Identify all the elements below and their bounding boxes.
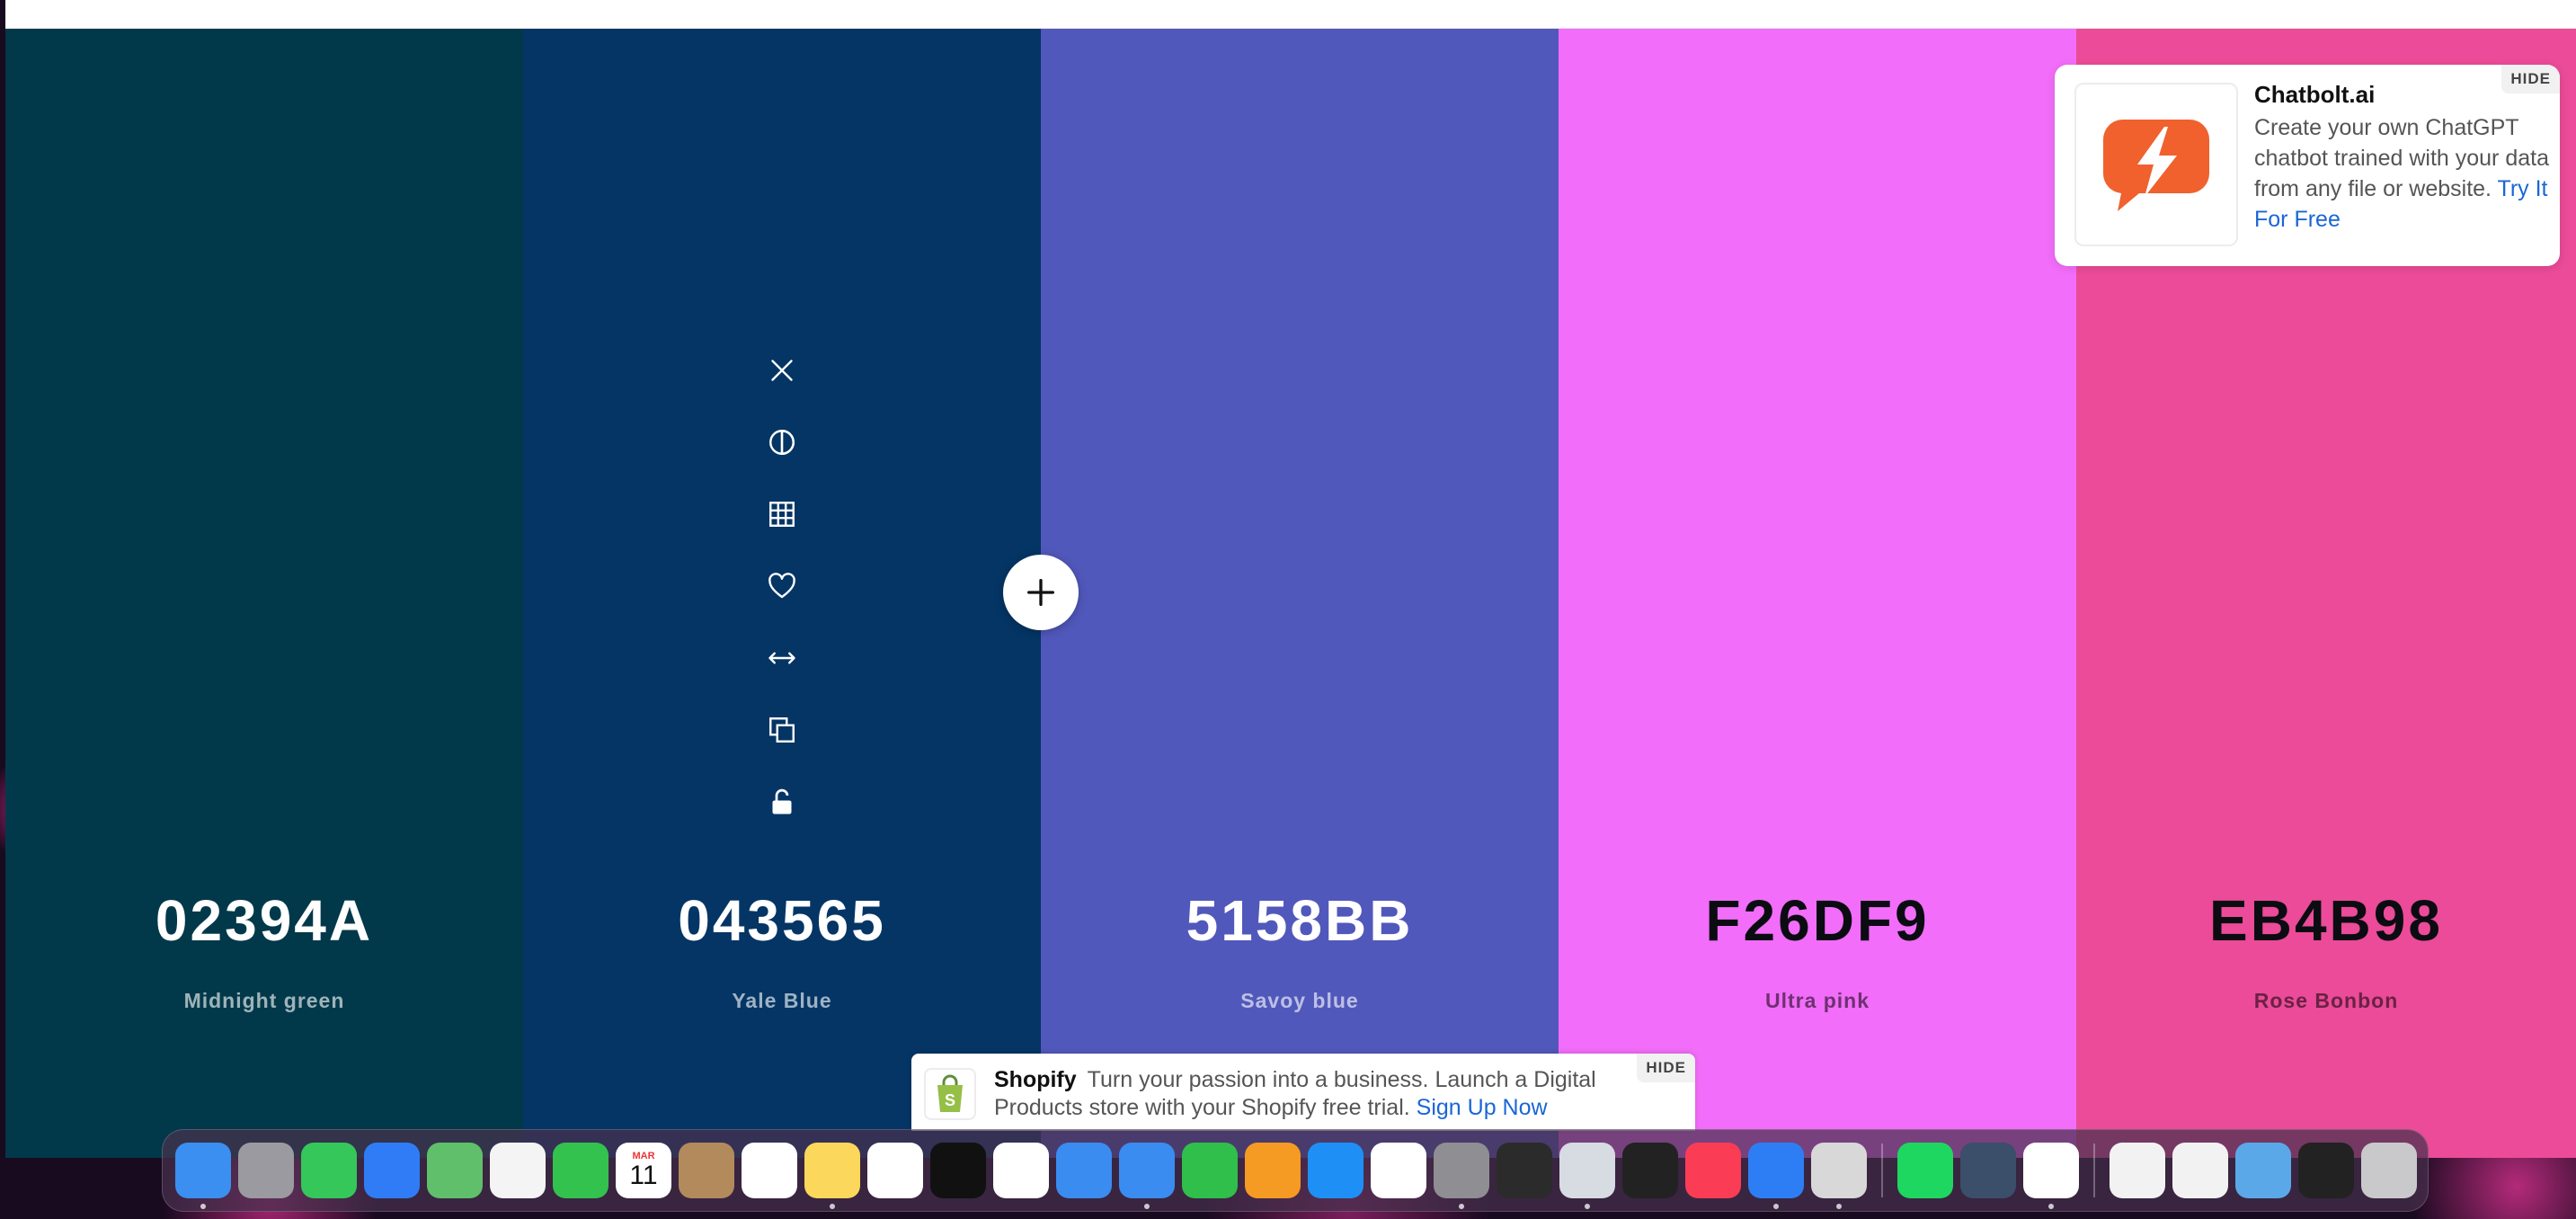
calendar-day: 11 — [629, 1161, 658, 1190]
dock-nordvpn-icon[interactable] — [2023, 1143, 2079, 1209]
dock-xcode-icon[interactable] — [1748, 1143, 1804, 1209]
dock-separator — [1881, 1143, 1883, 1197]
dock-music-icon[interactable] — [1685, 1143, 1741, 1198]
swatch-hex[interactable]: 02394A — [5, 887, 523, 954]
dock-finder-icon[interactable] — [175, 1143, 231, 1209]
dock-blender-icon[interactable] — [1497, 1143, 1552, 1198]
dock-numbers-icon[interactable] — [1182, 1143, 1238, 1198]
running-indicator — [830, 1204, 835, 1209]
chatbolt-logo — [2074, 83, 2238, 246]
app-topbar — [5, 0, 2576, 29]
dock-calendar-icon[interactable]: MAR 11 — [616, 1143, 671, 1198]
dock-safari-icon[interactable] — [1119, 1143, 1175, 1209]
dock-preview-icon[interactable] — [1559, 1143, 1615, 1209]
shopify-banner[interactable]: S Shopify Turn your passion into a busine… — [911, 1054, 1695, 1131]
running-indicator — [2048, 1204, 2054, 1209]
swatch-3[interactable]: 5158BB Savoy blue — [1041, 29, 1559, 1158]
svg-text:S: S — [945, 1091, 955, 1109]
dock-unity-icon[interactable] — [1622, 1143, 1678, 1198]
dock-chrome-icon[interactable] — [1371, 1143, 1426, 1198]
close-icon — [771, 360, 793, 381]
shades-grid-icon — [769, 502, 795, 527]
swatch-hex[interactable]: F26DF9 — [1559, 887, 2076, 954]
running-indicator — [1459, 1204, 1464, 1209]
dock-reminders-icon[interactable] — [742, 1143, 797, 1198]
swatch-color-name[interactable]: Yale Blue — [523, 989, 1041, 1013]
banner-title[interactable]: Shopify — [994, 1067, 1077, 1092]
swatch-1[interactable]: 02394A Midnight green — [5, 29, 523, 1158]
view-shades-button[interactable] — [755, 478, 809, 550]
banner-cta-link[interactable]: Sign Up Now — [1417, 1095, 1548, 1120]
remove-color-button[interactable] — [755, 334, 809, 406]
dock-mail-icon[interactable] — [364, 1143, 420, 1198]
save-color-button[interactable] — [755, 550, 809, 622]
dock-maps-icon[interactable] — [427, 1143, 483, 1198]
dock-contacts-icon[interactable] — [679, 1143, 734, 1198]
unlock-icon — [772, 788, 792, 814]
running-indicator — [1773, 1204, 1779, 1209]
dock-facetime-icon[interactable] — [553, 1143, 608, 1198]
macos-dock: MAR 11 — [162, 1129, 2429, 1212]
dock-downloads-folder-icon[interactable] — [2235, 1143, 2291, 1198]
dock-launchpad-icon[interactable] — [238, 1143, 294, 1198]
dock-pages-icon[interactable] — [1245, 1143, 1301, 1198]
shopping-bag-icon: S — [937, 1074, 963, 1112]
swatch-hex[interactable]: 043565 — [523, 887, 1041, 954]
swatch-2[interactable]: 043565 Yale Blue — [523, 29, 1041, 1158]
dock-messages-icon[interactable] — [301, 1143, 357, 1198]
plus-icon — [1027, 579, 1054, 606]
ad-text: Chatbolt.ai Create your own ChatGPT chat… — [2254, 81, 2551, 235]
dock-jpeg-file-2-icon[interactable] — [2172, 1143, 2228, 1198]
swatch-color-name[interactable]: Savoy blue — [1041, 989, 1559, 1013]
shades-button[interactable] — [755, 406, 809, 478]
dock-jpeg-file-icon[interactable] — [2110, 1143, 2165, 1198]
swatch-color-name[interactable]: Midnight green — [5, 989, 523, 1013]
swatch-color-name[interactable]: Ultra pink — [1559, 989, 2076, 1013]
running-indicator — [200, 1204, 206, 1209]
dock-notes-icon[interactable] — [804, 1143, 860, 1209]
running-indicator — [1144, 1204, 1150, 1209]
hide-ad-button[interactable]: HIDE — [2501, 65, 2560, 93]
swatch-hex[interactable]: EB4B98 — [2076, 887, 2576, 954]
swatch-hex[interactable]: 5158BB — [1041, 887, 1559, 954]
contrast-icon — [769, 430, 795, 455]
dock-photos-icon[interactable] — [490, 1143, 546, 1198]
swatch-4[interactable]: F26DF9 Ultra pink — [1559, 29, 2076, 1158]
running-indicator — [1585, 1204, 1590, 1209]
heart-icon — [768, 573, 795, 599]
dock-app-store-icon[interactable] — [1308, 1143, 1364, 1198]
add-color-button[interactable] — [1003, 555, 1079, 630]
swatch-toolbar — [755, 334, 809, 838]
browser-window: 02394A Midnight green 043565 Yale Blue 5… — [5, 0, 2576, 1158]
sponsored-ad-card[interactable]: Chatbolt.ai Create your own ChatGPT chat… — [2055, 65, 2560, 266]
hide-banner-button[interactable]: HIDE — [1637, 1054, 1695, 1082]
ad-body: Create your own ChatGPT chatbot trained … — [2254, 112, 2551, 235]
running-indicator — [1836, 1204, 1842, 1209]
dock-news-icon[interactable] — [993, 1143, 1049, 1198]
dock-keynote-icon[interactable] — [1056, 1143, 1112, 1198]
lock-button[interactable] — [755, 766, 809, 838]
lightning-bubble-icon — [2102, 120, 2209, 211]
dock-separator — [2093, 1143, 2095, 1197]
dock-freeform-icon[interactable] — [867, 1143, 923, 1198]
dock-spotify-icon[interactable] — [1897, 1143, 1953, 1198]
drag-button[interactable] — [755, 622, 809, 694]
dock-trash-icon[interactable] — [2361, 1143, 2417, 1198]
copy-hex-button[interactable] — [755, 694, 809, 766]
shopify-logo: S — [924, 1068, 976, 1120]
dock-system-settings-icon[interactable] — [1434, 1143, 1489, 1209]
dock-roblox-icon[interactable] — [1811, 1143, 1867, 1209]
dock-preview-2-icon[interactable] — [1960, 1143, 2016, 1198]
swatch-color-name[interactable]: Rose Bonbon — [2076, 989, 2576, 1013]
banner-text: Shopify Turn your passion into a business… — [994, 1066, 1623, 1122]
dock-apple-tv-icon[interactable] — [930, 1143, 986, 1198]
copy-icon — [769, 717, 795, 743]
drag-arrows-icon — [768, 652, 795, 664]
dock-terminal-window-icon[interactable] — [2298, 1143, 2354, 1198]
